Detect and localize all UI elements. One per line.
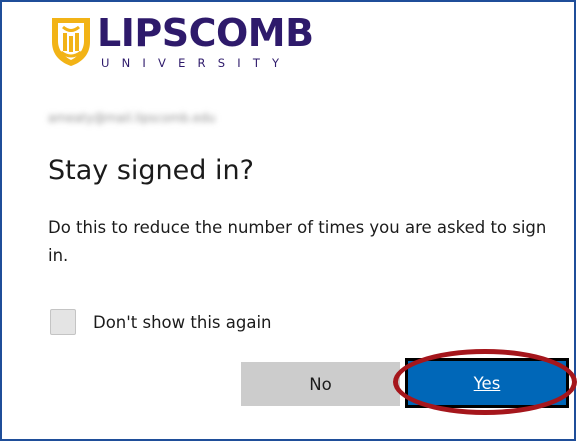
logo-wordmark: LIPSCOMB [97, 11, 314, 55]
university-logo: LIPSCOMB UNIVERSITY [49, 11, 314, 74]
dont-show-again-label[interactable]: Don't show this again [93, 313, 272, 332]
logo-subtitle: UNIVERSITY [101, 56, 292, 70]
no-button[interactable]: No [241, 362, 400, 406]
signin-dialog: LIPSCOMB UNIVERSITY ameaty@mail.lipscomb… [0, 0, 577, 441]
email-text: ameaty@mail.lipscomb.edu [48, 111, 216, 125]
page-title: Stay signed in? [48, 155, 254, 186]
yes-button[interactable]: Yes [405, 358, 569, 408]
description-text: Do this to reduce the number of times yo… [48, 218, 547, 265]
shield-icon [52, 18, 90, 66]
dont-show-again-checkbox[interactable] [50, 309, 76, 335]
dont-show-again-option[interactable]: Don't show this again [50, 309, 272, 335]
account-email: ameaty@mail.lipscomb.edu [48, 108, 215, 128]
